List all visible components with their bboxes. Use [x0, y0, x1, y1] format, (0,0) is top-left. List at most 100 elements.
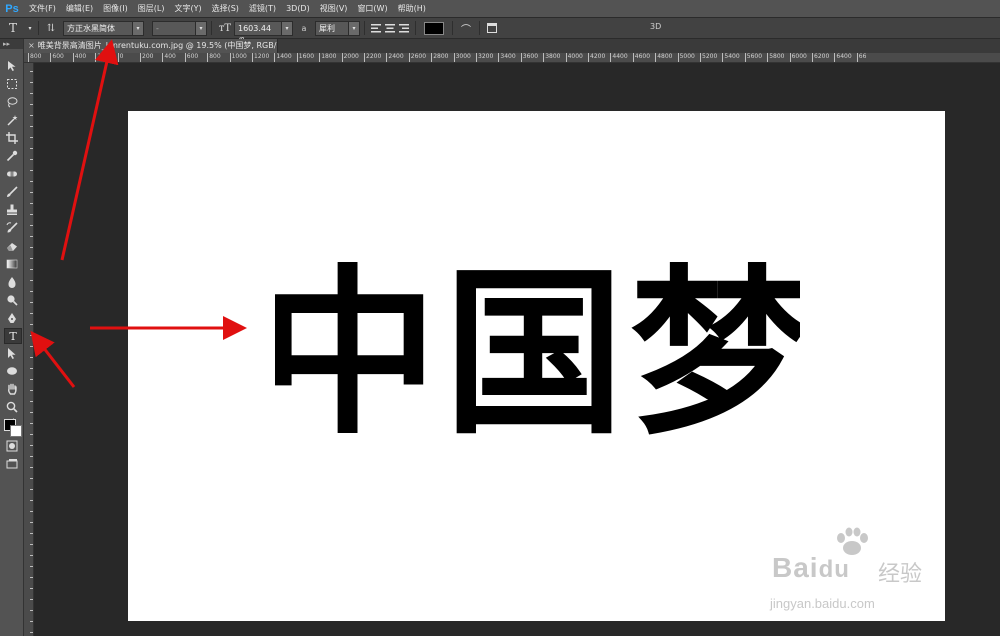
character-panel-icon[interactable] [484, 20, 500, 36]
ruler-label: 6400 [836, 53, 852, 60]
align-right-icon[interactable] [397, 20, 411, 36]
font-size-dropdown-icon[interactable]: ▾ [281, 20, 293, 36]
menu-edit[interactable]: 编辑(E) [61, 3, 98, 14]
zoom-tool-icon[interactable] [4, 400, 20, 414]
menu-type[interactable]: 文字(Y) [169, 3, 206, 14]
ruler-label: 600 [52, 53, 64, 60]
watermark-experience: 经验 [878, 562, 923, 587]
align-left-icon[interactable] [369, 20, 383, 36]
type-tool-icon[interactable]: T [4, 328, 22, 344]
ruler-label: 6200 [814, 53, 830, 60]
gradient-tool-icon[interactable] [4, 257, 20, 271]
baidu-watermark: Baidu 经验 jingyan.baidu.com [760, 526, 960, 626]
ruler-tick [498, 53, 500, 62]
menu-image[interactable]: 图像(I) [98, 3, 133, 14]
align-center-icon[interactable] [383, 20, 397, 36]
ruler-label: 2000 [343, 53, 359, 60]
blur-tool-icon[interactable] [4, 275, 20, 289]
clone-stamp-tool-icon[interactable] [4, 203, 20, 217]
menu-file[interactable]: 文件(F) [24, 3, 61, 14]
font-style-dropdown-icon[interactable]: ▾ [195, 20, 207, 36]
tab-strip [278, 39, 1000, 53]
menu-filter[interactable]: 滤镜(T) [244, 3, 281, 14]
ruler-tick [30, 577, 33, 578]
ruler-tick [30, 368, 33, 369]
menu-layer[interactable]: 图层(L) [133, 3, 170, 14]
ruler-tick [431, 53, 433, 62]
pen-tool-icon[interactable] [4, 311, 20, 325]
ruler-label: 3000 [455, 53, 471, 60]
quick-mask-icon[interactable] [4, 439, 20, 453]
background-color-swatch[interactable] [10, 425, 22, 437]
eraser-tool-icon[interactable] [4, 239, 20, 253]
type-tool-preset-icon[interactable]: T [0, 20, 26, 36]
ruler-tick [30, 104, 33, 105]
eyedropper-tool-icon[interactable] [4, 149, 20, 163]
ruler-tick [30, 236, 33, 237]
menu-help[interactable]: 帮助(H) [393, 3, 431, 14]
ruler-tick [30, 137, 33, 138]
ruler-tick [296, 53, 298, 62]
font-style-select[interactable]: - [152, 20, 196, 36]
history-brush-tool-icon[interactable] [4, 221, 20, 235]
arrow-to-type-tool [30, 330, 76, 388]
font-size-input[interactable]: 1603.44 像 [234, 20, 282, 46]
marquee-tool-icon[interactable] [4, 77, 20, 91]
antialias-value: 犀利 [319, 23, 335, 33]
3d-mode-button[interactable]: 3D [650, 22, 661, 31]
horizontal-ruler[interactable]: 800 600 400 200 0 200 400 600 800 1000 1200 1400 160… [24, 53, 1000, 63]
photoshop-logo: Ps [5, 2, 19, 15]
tab-document[interactable]: × 唯美背景高清图片_lanrentuku.com.jpg @ 19.5% (中国… [24, 39, 278, 53]
menu-3d[interactable]: 3D(D) [281, 4, 315, 13]
ruler-label: 3400 [500, 53, 516, 60]
ellipse-tool-icon[interactable] [4, 364, 20, 378]
canvas-text-layer[interactable]: 中国梦 [275, 248, 800, 440]
document-tab-title: 唯美背景高清图片_lanrentuku.com.jpg @ 19.5% (中国梦… [37, 41, 278, 50]
ruler-tick [117, 53, 119, 62]
ruler-tick [30, 412, 33, 413]
ruler-label: 0 [119, 53, 124, 60]
vertical-ruler[interactable] [24, 63, 34, 636]
chevron-down-icon[interactable]: ▾ [26, 20, 34, 36]
ruler-tick [30, 489, 33, 490]
antialias-dropdown-icon[interactable]: ▾ [348, 20, 360, 36]
magic-wand-tool-icon[interactable] [4, 113, 20, 127]
dodge-tool-icon[interactable] [4, 293, 20, 307]
font-family-dropdown-icon[interactable]: ▾ [132, 20, 144, 36]
ruler-label: 4800 [657, 53, 673, 60]
lasso-tool-icon[interactable] [4, 95, 20, 109]
tools-panel-header[interactable]: ▸▸ [0, 39, 23, 49]
menu-window[interactable]: 窗口(W) [352, 3, 392, 14]
text-color-swatch[interactable] [424, 21, 444, 35]
ruler-tick [30, 170, 33, 171]
ruler-tick [30, 390, 33, 391]
ruler-label: 2800 [433, 53, 449, 60]
ruler-tick [252, 53, 253, 62]
menu-view[interactable]: 视图(V) [315, 3, 353, 14]
hand-tool-icon[interactable] [4, 382, 20, 396]
ruler-label: 1400 [276, 53, 292, 60]
brush-tool-icon[interactable] [4, 185, 20, 199]
ruler-tick [30, 313, 33, 314]
warp-text-icon[interactable]: ⌒ [457, 20, 475, 36]
font-family-select[interactable]: 方正水黑简体 [63, 20, 133, 36]
move-tool-icon[interactable] [4, 59, 20, 73]
ruler-tick [632, 53, 634, 62]
ruler-tick [30, 522, 33, 523]
menu-select[interactable]: 选择(S) [207, 3, 244, 14]
ruler-tick [677, 53, 679, 62]
screen-mode-icon[interactable] [4, 457, 20, 471]
close-icon[interactable]: × [28, 41, 35, 50]
ruler-tick [588, 53, 589, 62]
ruler-tick [30, 555, 33, 556]
ruler-tick [767, 53, 769, 62]
antialias-select[interactable]: 犀利 [315, 20, 349, 36]
crop-tool-icon[interactable] [4, 131, 20, 145]
ruler-tick [30, 456, 33, 457]
path-selection-tool-icon[interactable] [4, 346, 20, 360]
ruler-tick [30, 467, 33, 468]
healing-brush-tool-icon[interactable] [4, 167, 20, 181]
ruler-tick [30, 445, 33, 446]
ruler-label: 2200 [366, 53, 382, 60]
toggle-text-orientation-icon[interactable]: ⇅ [43, 20, 59, 36]
